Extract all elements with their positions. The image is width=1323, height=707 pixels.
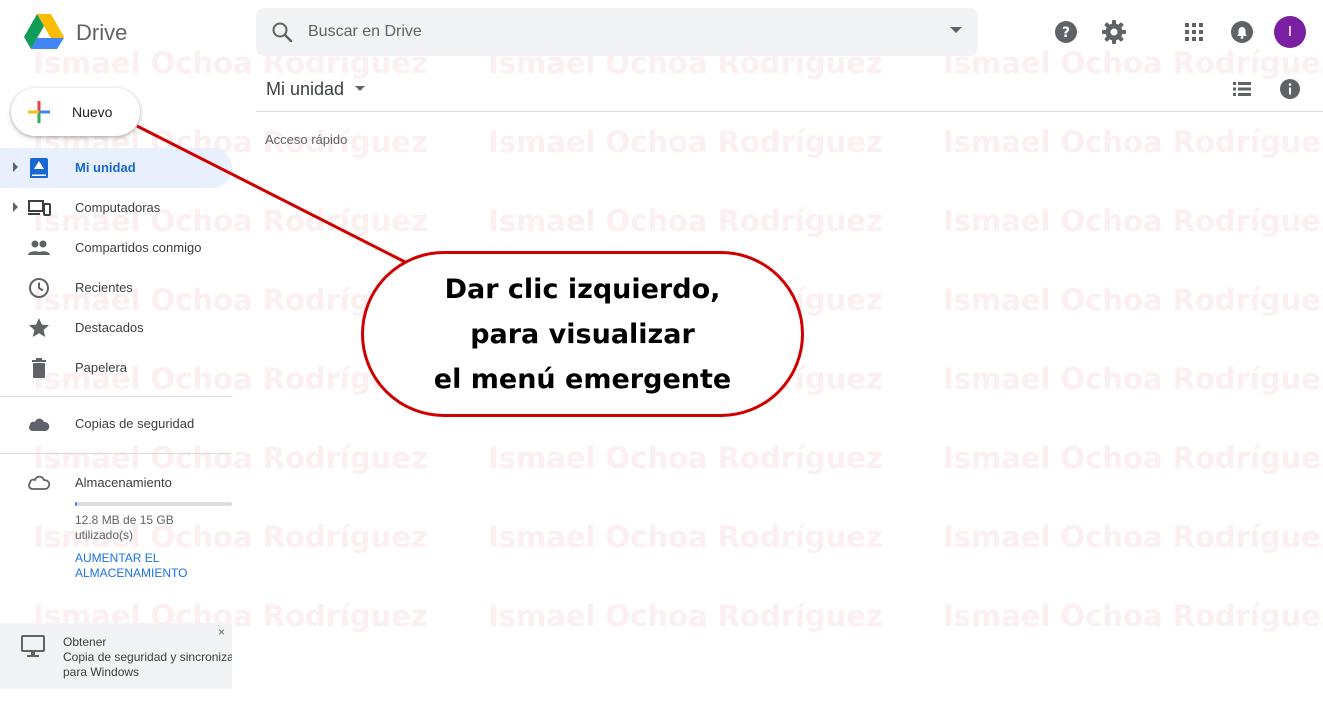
annotation-line1: Dar clic izquierdo, <box>444 273 721 305</box>
storage-cloud-icon <box>28 475 51 490</box>
watermark-text: Ismael Ochoa Rodríguez <box>943 204 1323 238</box>
sidebar-item-label: Destacados <box>75 320 144 335</box>
watermark-text: Ismael Ochoa Rodríguez <box>488 204 883 238</box>
sidebar-item-trash[interactable]: Papelera <box>0 348 232 388</box>
brand-name[interactable]: Drive <box>76 20 127 46</box>
drive-logo-icon[interactable] <box>24 14 64 50</box>
close-icon[interactable]: × <box>218 625 225 639</box>
svg-text:?: ? <box>1062 25 1070 41</box>
watermark-text: Ismael Ochoa Rodríguez <box>943 520 1323 554</box>
sidebar-divider <box>0 453 232 454</box>
cloud-icon <box>29 418 50 431</box>
backup-sync-promo[interactable]: Obtener Copia de seguridad y sincronizac… <box>0 623 232 689</box>
storage-usage-bar <box>75 502 232 506</box>
plus-icon <box>28 101 50 123</box>
storage-label[interactable]: Almacenamiento <box>75 475 172 490</box>
storage-usage-text: 12.8 MB de 15 GB utilizado(s) <box>75 513 225 543</box>
apps-grid-icon[interactable] <box>1180 18 1208 46</box>
annotation-text: Dar clic izquierdo, para visualizar el m… <box>434 267 731 402</box>
annotation-line3: el menú emergente <box>433 363 732 395</box>
sidebar-item-starred[interactable]: Destacados <box>0 308 232 348</box>
promo-line3: para Windows <box>63 665 140 679</box>
new-button-label: Nuevo <box>72 104 113 120</box>
computers-icon <box>28 200 51 216</box>
quick-access-label: Acceso rápido <box>265 132 348 147</box>
list-view-icon[interactable] <box>1230 77 1254 101</box>
storage-usage-line2: utilizado(s) <box>75 528 134 542</box>
sidebar-item-recent[interactable]: Recientes <box>0 268 232 308</box>
sidebar-item-label: Recientes <box>75 280 133 295</box>
watermark-text: Ismael Ochoa Rodríguez <box>943 599 1323 633</box>
sidebar-nav: Mi unidad Computadoras Compartidos conmi… <box>0 148 232 388</box>
sidebar-item-label: Computadoras <box>75 200 161 215</box>
expand-arrow-icon[interactable] <box>13 162 18 172</box>
watermark-text: Ismael Ochoa Rodríguez <box>488 520 883 554</box>
trash-icon <box>32 358 46 378</box>
watermark-text: Ismael Ochoa Rodríguez <box>488 599 883 633</box>
new-button[interactable]: Nuevo <box>11 88 140 136</box>
search-options-icon[interactable] <box>950 27 962 33</box>
storage-usage-fill <box>75 502 77 506</box>
help-icon[interactable]: ? <box>1052 18 1080 46</box>
sidebar-divider <box>0 396 232 397</box>
watermark-text: Ismael Ochoa Rodríguez <box>488 125 883 159</box>
sidebar-item-label: Compartidos conmigo <box>75 240 202 255</box>
sidebar-item-label: Copias de seguridad <box>75 416 195 431</box>
watermark-text: Ismael Ochoa Rodríguez <box>33 441 428 475</box>
sidebar-item-label: Papelera <box>75 360 128 375</box>
sidebar-item-label: Mi unidad <box>75 160 136 175</box>
upgrade-line2: ALMACENAMIENTO <box>75 566 188 580</box>
search-bar <box>256 8 978 56</box>
sidebar-item-backups[interactable]: Copias de seguridad <box>0 404 232 444</box>
account-avatar[interactable]: I <box>1274 16 1306 48</box>
title-dropdown-icon[interactable] <box>355 86 365 91</box>
upgrade-storage-link[interactable]: AUMENTAR EL ALMACENAMIENTO <box>75 551 225 581</box>
search-icon[interactable] <box>270 20 294 44</box>
annotation-line2: para visualizar <box>470 318 695 350</box>
watermark-text: Ismael Ochoa Rodríguez <box>943 441 1323 475</box>
promo-line1: Obtener <box>63 635 107 649</box>
annotation-callout: Dar clic izquierdo, para visualizar el m… <box>361 251 804 417</box>
promo-line2: Copia de seguridad y sincronización <box>63 650 232 664</box>
clock-icon <box>29 278 49 298</box>
shared-icon <box>28 240 50 255</box>
watermark-text: Ismael Ochoa Rodríguez <box>943 283 1323 317</box>
top-bar: Drive ? I <box>0 0 1323 64</box>
info-icon[interactable] <box>1278 77 1302 101</box>
desktop-monitor-icon <box>21 635 45 657</box>
upgrade-line1: AUMENTAR EL <box>75 551 160 565</box>
settings-gear-icon[interactable] <box>1100 18 1128 46</box>
storage-usage-line1: 12.8 MB de 15 GB <box>75 513 174 527</box>
expand-arrow-icon[interactable] <box>13 202 18 212</box>
watermark-text: Ismael Ochoa Rodríguez <box>943 362 1323 396</box>
notifications-bell-icon[interactable] <box>1228 18 1256 46</box>
watermark-text: Ismael Ochoa Rodríguez <box>488 441 883 475</box>
sidebar-item-my-drive[interactable]: Mi unidad <box>0 148 232 188</box>
page-title[interactable]: Mi unidad <box>266 79 344 100</box>
sidebar-item-computers[interactable]: Computadoras <box>0 188 232 228</box>
watermark-text: Ismael Ochoa Rodríguez <box>943 125 1323 159</box>
sidebar-item-shared-with-me[interactable]: Compartidos conmigo <box>0 228 232 268</box>
search-input[interactable] <box>308 20 908 44</box>
main-header: Mi unidad <box>256 64 1323 112</box>
my-drive-icon <box>30 158 48 178</box>
star-icon <box>29 318 49 337</box>
